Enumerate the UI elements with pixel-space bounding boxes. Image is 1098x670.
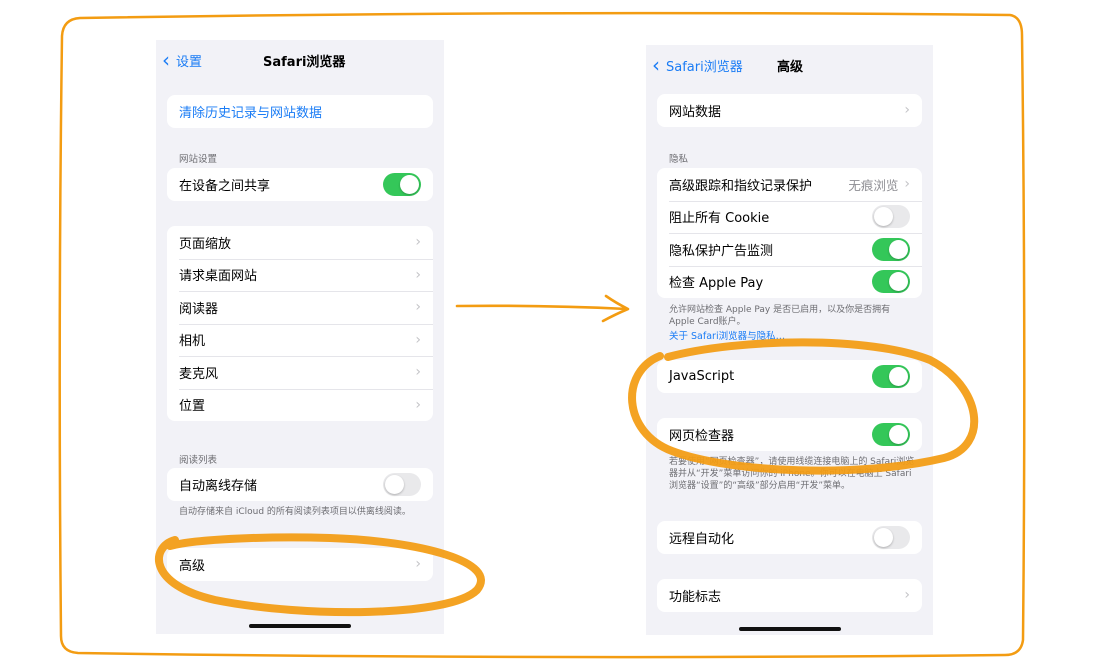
advanced-row[interactable]: 高级 › [167, 548, 433, 581]
nav-bar: ‹ 设置 Safari浏览器 [156, 40, 444, 80]
chevron-left-icon: ‹ [652, 53, 660, 77]
reading-list-header: 阅读列表 [179, 455, 218, 466]
block-cookies-toggle[interactable] [872, 205, 910, 229]
javascript-toggle[interactable] [872, 364, 910, 388]
chevron-right-icon: › [415, 396, 421, 413]
tracking-protection-value: 无痕浏览 [848, 177, 899, 193]
website-settings-header: 网站设置 [179, 154, 218, 165]
nav-bar: ‹ Safari浏览器 高级 [646, 45, 933, 85]
back-label: 设置 [176, 54, 203, 70]
advanced-settings-screen: ‹ Safari浏览器 高级 网站数据 › 隐私 高级跟踪和指纹记录保护 无痕浏… [646, 45, 933, 635]
list-item[interactable]: 阅读器 › [167, 291, 433, 324]
share-across-devices-toggle[interactable] [383, 172, 421, 196]
remote-automation-row: 远程自动化 [657, 521, 922, 554]
javascript-row: JavaScript [657, 360, 922, 393]
safari-settings-screen: ‹ 设置 Safari浏览器 清除历史记录与网站数据 网站设置 在设备之间共享 … [156, 40, 444, 634]
javascript-group: JavaScript [657, 360, 922, 393]
back-label: Safari浏览器 [666, 59, 743, 75]
feature-flags-group: 功能标志 › [657, 579, 922, 612]
list-item[interactable]: 麦克风 › [167, 356, 433, 389]
web-inspector-footer: 若要使用“网页检查器”，请使用线缆连接电脑上的 Safari浏览器并从“开发”菜… [669, 457, 915, 491]
chevron-right-icon: › [415, 331, 421, 348]
feature-flags-row[interactable]: 功能标志 › [657, 579, 922, 612]
offline-storage-row: 自动离线存储 [167, 468, 433, 501]
home-indicator [738, 627, 841, 631]
back-button[interactable]: ‹ Safari浏览器 [652, 45, 743, 85]
ad-measurement-row: 隐私保护广告监测 [657, 233, 922, 266]
share-group: 在设备之间共享 [167, 168, 433, 201]
apple-pay-footer: 允许网站检查 Apple Pay 是否已启用，以及你是否拥有 Apple Car… [669, 305, 891, 327]
chevron-right-icon: › [415, 266, 421, 283]
home-indicator [249, 624, 351, 628]
web-inspector-group: 网页检查器 [657, 418, 922, 451]
advanced-group: 高级 › [167, 548, 433, 581]
list-item[interactable]: 位置 › [167, 388, 433, 422]
clear-history-button[interactable]: 清除历史记录与网站数据 [167, 95, 433, 128]
block-cookies-row: 阻止所有 Cookie [657, 200, 922, 234]
list-item[interactable]: 页面缩放 › [167, 226, 433, 259]
privacy-group: 高级跟踪和指纹记录保护 无痕浏览 › 阻止所有 Cookie 隐私保护广告监测 … [657, 168, 922, 298]
screenshot-canvas: ‹ 设置 Safari浏览器 清除历史记录与网站数据 网站设置 在设备之间共享 … [0, 0, 1098, 670]
site-settings-group: 页面缩放 › 请求桌面网站 › 阅读器 › 相机 › 麦克风 › 位置 › [167, 226, 433, 421]
ad-measurement-toggle[interactable] [872, 237, 910, 261]
remote-automation-toggle[interactable] [872, 525, 910, 549]
reading-list-group: 自动离线存储 [167, 468, 433, 501]
page-title: Safari浏览器 [263, 54, 346, 70]
web-inspector-toggle[interactable] [872, 422, 910, 446]
website-data-group: 网站数据 › [657, 94, 922, 127]
offline-storage-toggle[interactable] [383, 472, 421, 496]
arrow-icon [455, 294, 630, 323]
offline-storage-footer: 自动存储来自 iCloud 的所有阅读列表项目以供离线阅读。 [179, 507, 411, 517]
tracking-protection-row[interactable]: 高级跟踪和指纹记录保护 无痕浏览 › [657, 168, 922, 201]
chevron-right-icon: › [415, 299, 421, 316]
privacy-header: 隐私 [669, 154, 689, 165]
chevron-right-icon: › [904, 102, 910, 119]
chevron-right-icon: › [904, 176, 910, 193]
check-apple-pay-row: 检查 Apple Pay [657, 265, 922, 299]
remote-automation-group: 远程自动化 [657, 521, 922, 554]
website-data-row[interactable]: 网站数据 › [657, 94, 922, 127]
chevron-right-icon: › [415, 556, 421, 573]
list-item[interactable]: 相机 › [167, 323, 433, 357]
list-item[interactable]: 请求桌面网站 › [167, 258, 433, 292]
share-across-devices-row: 在设备之间共享 [167, 168, 433, 201]
chevron-right-icon: › [415, 234, 421, 251]
clear-history-group: 清除历史记录与网站数据 [167, 95, 433, 128]
check-apple-pay-toggle[interactable] [872, 270, 910, 294]
page-title: 高级 [777, 59, 804, 75]
chevron-right-icon: › [415, 364, 421, 381]
privacy-link[interactable]: 关于 Safari浏览器与隐私… [669, 328, 785, 342]
back-button[interactable]: ‹ 设置 [162, 40, 202, 80]
web-inspector-row: 网页检查器 [657, 418, 922, 451]
chevron-left-icon: ‹ [162, 48, 170, 72]
chevron-right-icon: › [904, 587, 910, 604]
